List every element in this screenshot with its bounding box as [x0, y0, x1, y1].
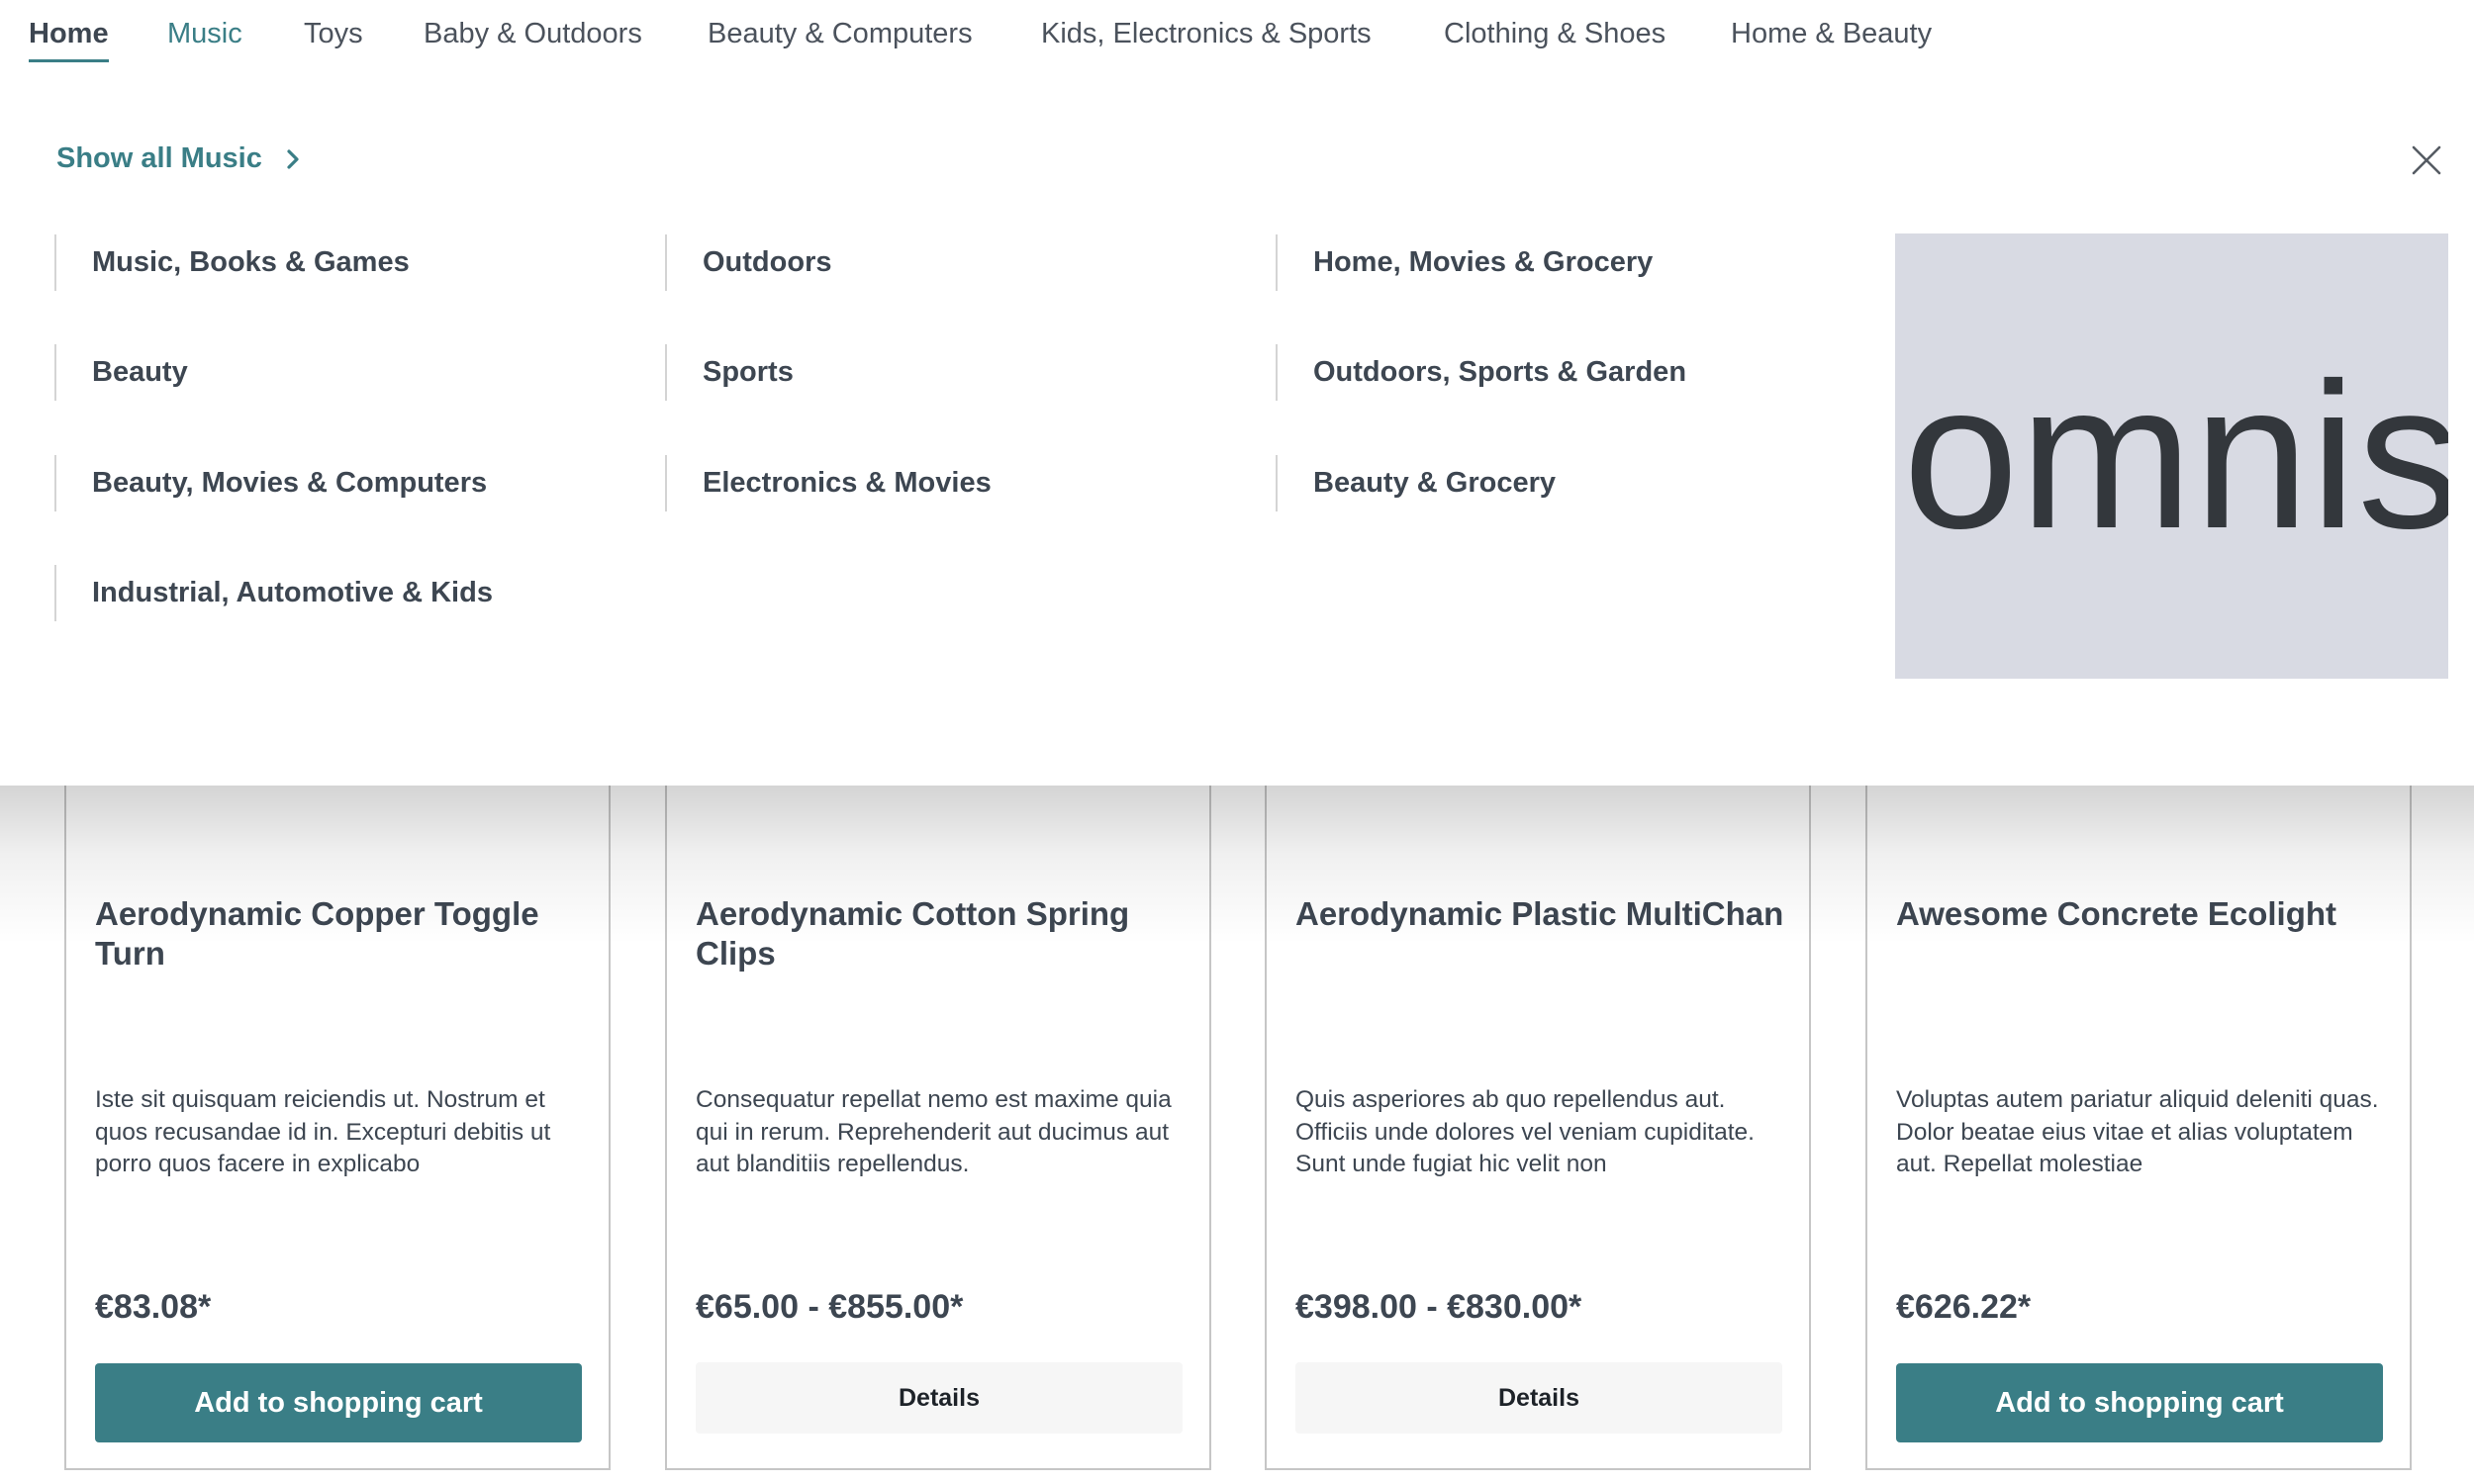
category-link[interactable]: Electronics & Movies — [665, 455, 992, 511]
category-link[interactable]: Industrial, Automotive & Kids — [54, 565, 493, 621]
product-card[interactable]: Aerodynamic Cotton Spring Clips Consequa… — [665, 786, 1211, 1470]
product-price: €83.08* — [95, 1288, 212, 1326]
show-all-label: Show all Music — [56, 142, 262, 174]
product-price: €626.22* — [1896, 1288, 2032, 1326]
product-image[interactable] — [1867, 786, 2410, 884]
add-to-cart-button[interactable]: Add to shopping cart — [1896, 1363, 2383, 1442]
category-teaser-image[interactable]: omnis — [1895, 233, 2448, 679]
category-link[interactable]: Beauty, Movies & Computers — [54, 455, 487, 511]
category-link[interactable]: Outdoors, Sports & Garden — [1276, 344, 1686, 401]
product-description: Voluptas autem pariatur aliquid deleniti… — [1896, 1086, 2379, 1177]
chevron-right-icon — [287, 148, 299, 169]
active-nav-underline — [29, 59, 109, 62]
product-name[interactable]: Awesome Concrete Ecolight — [1896, 894, 2391, 934]
nav-item-baby-outdoors[interactable]: Baby & Outdoors — [424, 18, 642, 50]
product-price: €65.00 - €855.00* — [696, 1288, 964, 1326]
nav-item-beauty-computers[interactable]: Beauty & Computers — [708, 18, 973, 50]
product-card[interactable]: Aerodynamic Plastic MultiChan Quis asper… — [1265, 786, 1811, 1470]
category-link[interactable]: Outdoors — [665, 234, 832, 291]
category-link[interactable]: Beauty — [54, 344, 188, 401]
product-name[interactable]: Aerodynamic Cotton Spring Clips — [696, 894, 1190, 974]
add-to-cart-button[interactable]: Add to shopping cart — [95, 1363, 582, 1442]
product-description: Quis asperiores ab quo repellendus aut. … — [1295, 1086, 1755, 1177]
nav-item-label: Home — [29, 18, 109, 49]
nav-item-clothing-shoes[interactable]: Clothing & Shoes — [1444, 18, 1665, 50]
product-description: Consequatur repellat nemo est maxime qui… — [696, 1086, 1172, 1177]
teaser-text: omnis — [1903, 339, 2448, 572]
navigation-flyout: Show all Music Music, Books & Games Beau… — [0, 75, 2474, 786]
details-button[interactable]: Details — [696, 1362, 1183, 1434]
nav-item-toys[interactable]: Toys — [304, 18, 363, 50]
close-icon[interactable] — [2407, 140, 2446, 180]
product-name[interactable]: Aerodynamic Copper Toggle Turn — [95, 894, 590, 974]
nav-item-home[interactable]: Home — [29, 18, 109, 62]
product-name[interactable]: Aerodynamic Plastic MultiChan — [1295, 894, 1790, 934]
category-link[interactable]: Beauty & Grocery — [1276, 455, 1556, 511]
product-image[interactable] — [667, 786, 1209, 884]
nav-item-music[interactable]: Music — [167, 18, 242, 50]
product-description: Iste sit quisquam reiciendis ut. Nostrum… — [95, 1086, 551, 1177]
main-navigation: Home Music Toys Baby & Outdoors Beauty &… — [0, 0, 2474, 75]
product-image[interactable] — [66, 786, 609, 884]
show-all-category-link[interactable]: Show all Music — [56, 142, 304, 175]
product-listing: Aerodynamic Copper Toggle Turn Iste sit … — [0, 786, 2474, 1484]
details-button[interactable]: Details — [1295, 1362, 1782, 1434]
product-card[interactable]: Aerodynamic Copper Toggle Turn Iste sit … — [64, 786, 611, 1470]
nav-item-kids-electronics-sports[interactable]: Kids, Electronics & Sports — [1041, 18, 1372, 50]
category-link[interactable]: Sports — [665, 344, 794, 401]
product-price: €398.00 - €830.00* — [1295, 1288, 1582, 1326]
product-card[interactable]: Awesome Concrete Ecolight Voluptas autem… — [1865, 786, 2412, 1470]
category-link[interactable]: Home, Movies & Grocery — [1276, 234, 1653, 291]
nav-item-home-beauty[interactable]: Home & Beauty — [1731, 18, 1932, 50]
category-link[interactable]: Music, Books & Games — [54, 234, 410, 291]
product-image[interactable] — [1267, 786, 1809, 884]
